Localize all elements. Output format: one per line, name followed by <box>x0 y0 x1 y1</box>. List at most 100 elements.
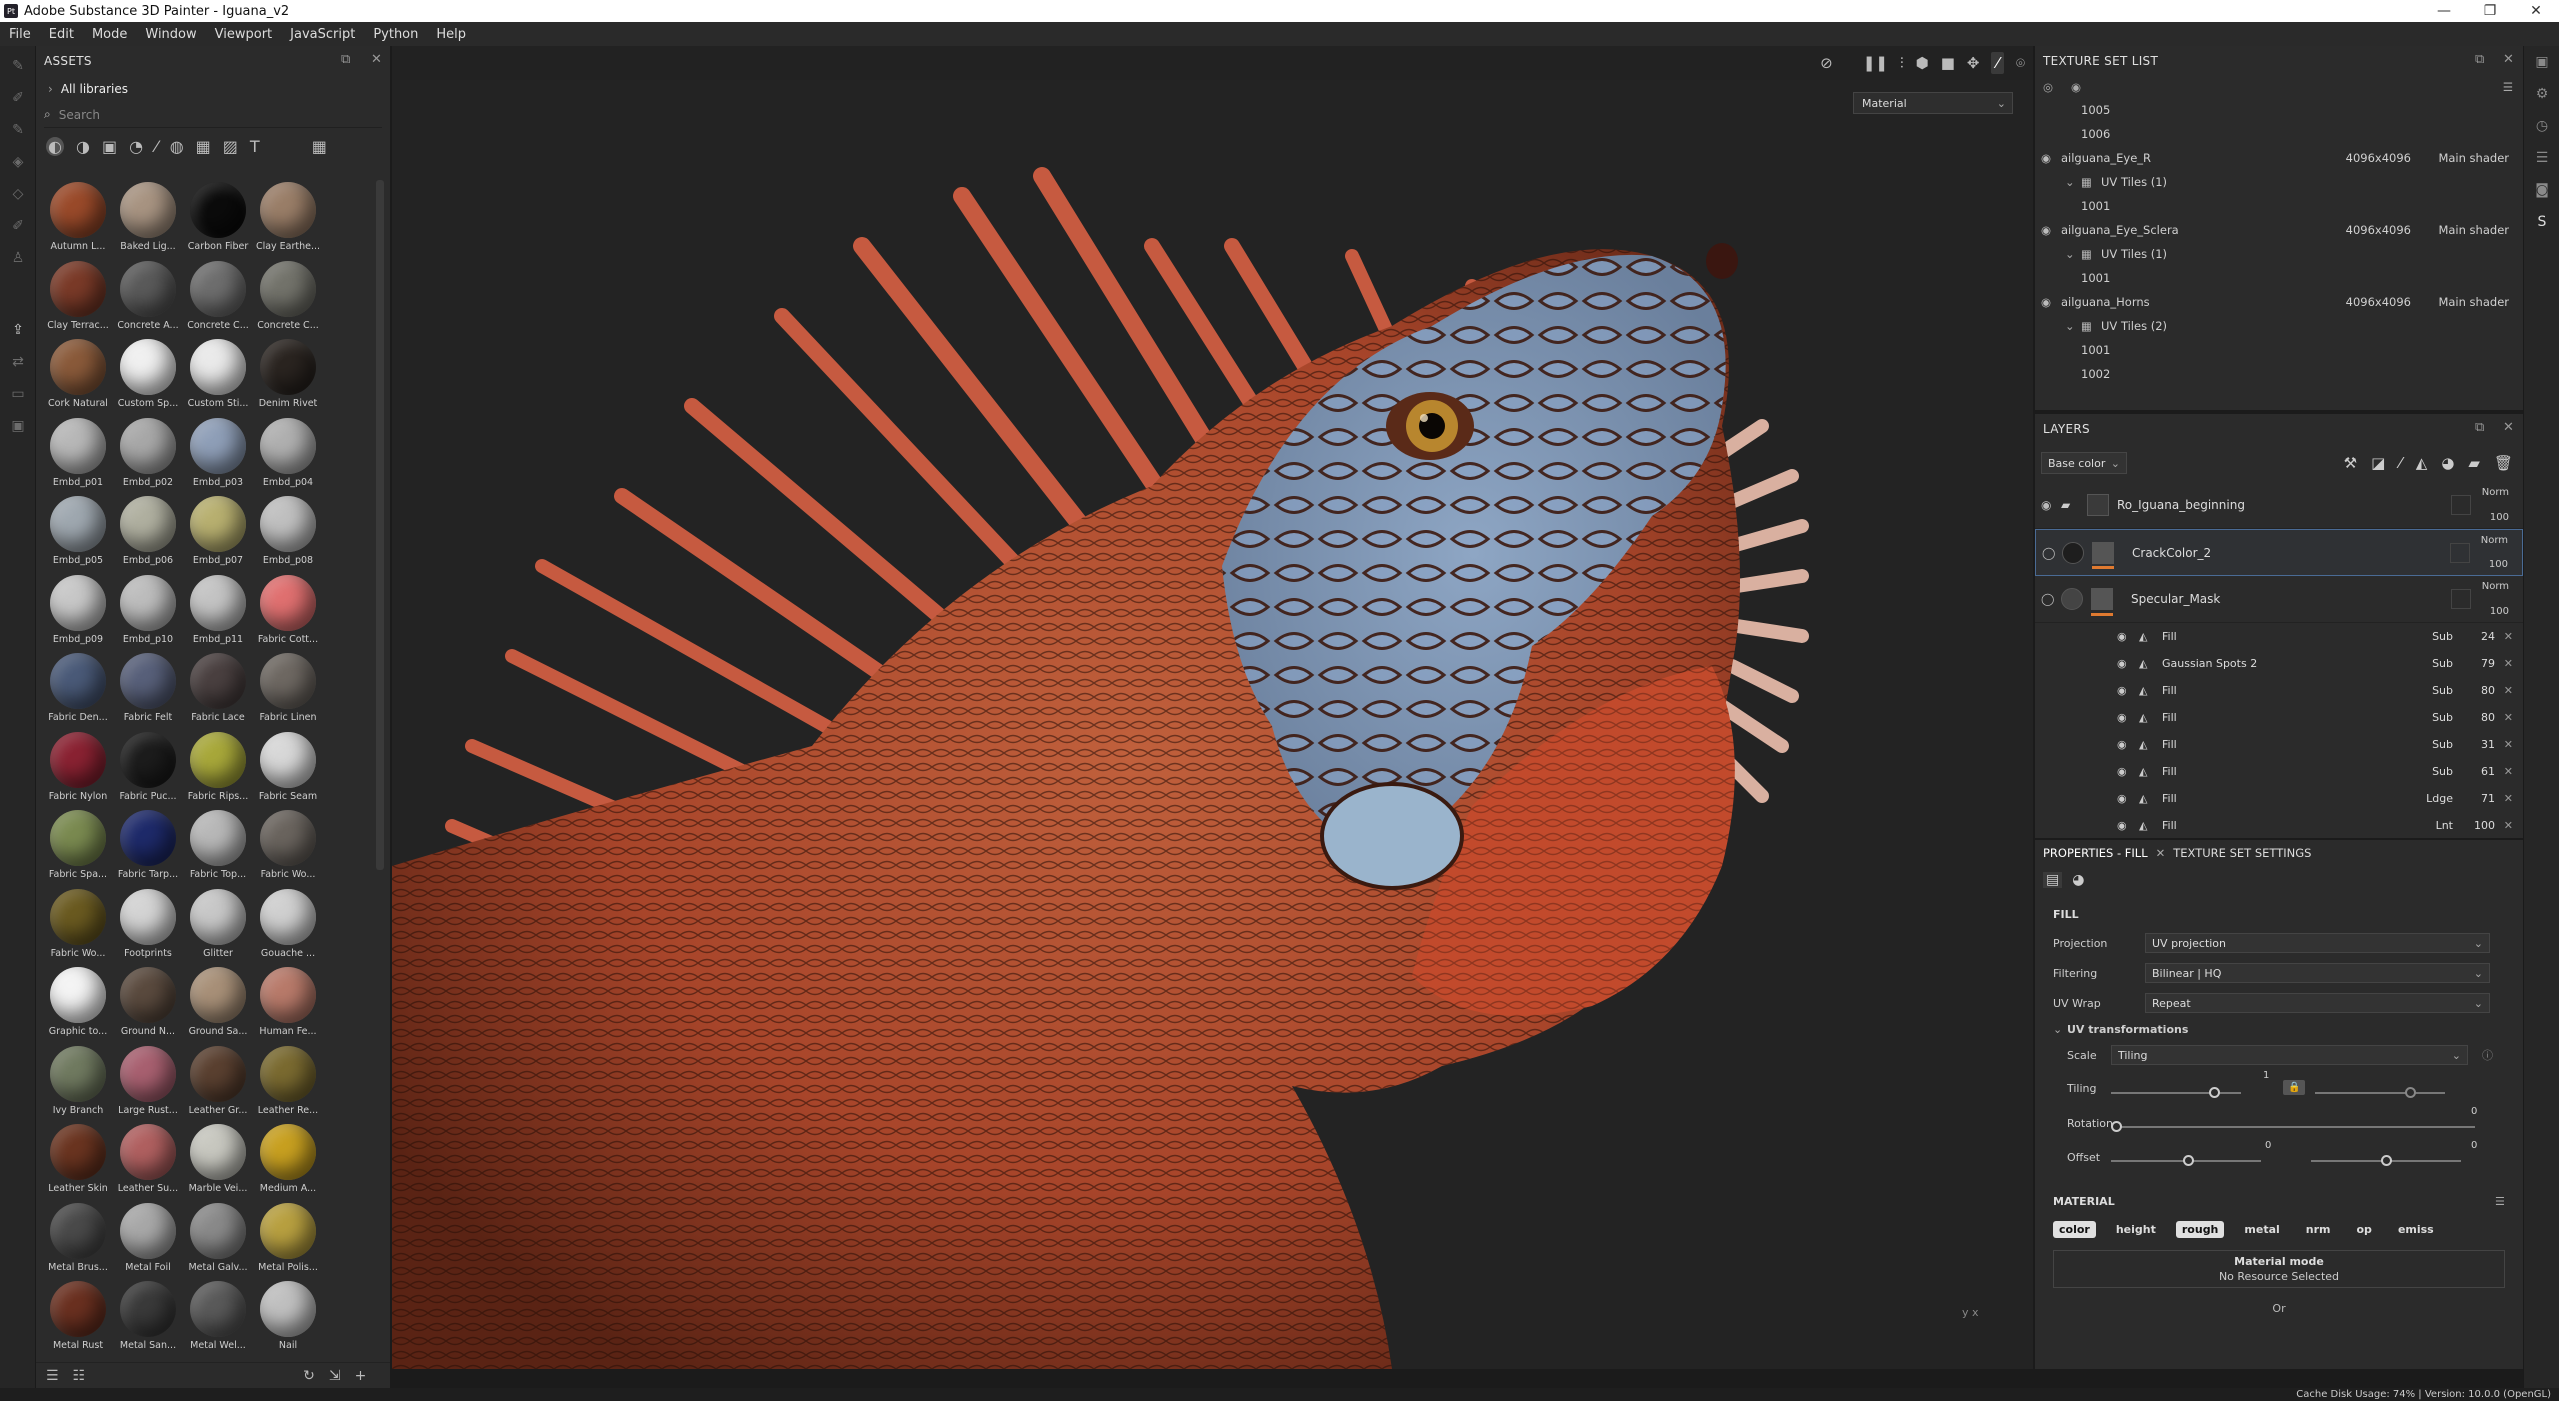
asset-tile[interactable]: Baked Lig... <box>114 180 182 257</box>
asset-tile[interactable]: Concrete C... <box>254 259 322 336</box>
close-panel-icon[interactable]: ✕ <box>371 52 382 67</box>
effect-row[interactable]: ◉ ◭ Fill Sub 80 ✕ <box>2035 677 2523 704</box>
asset-tile[interactable]: Fabric Spa... <box>44 808 112 885</box>
filter-settings-icon[interactable]: ☰ <box>46 1368 59 1384</box>
uv-tile-row[interactable]: 1005 <box>2035 98 2523 122</box>
camera-icon[interactable]: ■ <box>1941 54 1955 72</box>
asset-tile[interactable]: Fabric Cott... <box>254 573 322 650</box>
tab-texture-set-settings[interactable]: TEXTURE SET SETTINGS <box>2165 846 2319 860</box>
offset-knob-x[interactable] <box>2183 1155 2194 1166</box>
add-folder-icon[interactable]: ▰ <box>2468 454 2480 472</box>
3d-viewport[interactable]: ⊘ ❚❚ ⫶ ⬢ ■ ✥ ⁄ ⌾ Material ⌄ y x <box>392 46 2033 1369</box>
effect-opacity[interactable]: 61 <box>2481 765 2495 778</box>
projection-icon[interactable]: ✎ <box>0 114 36 146</box>
visibility-settings-icon[interactable]: ◎ <box>2043 80 2053 94</box>
asset-tile[interactable]: Fabric Top... <box>184 808 252 885</box>
menu-item-edit[interactable]: Edit <box>40 27 83 42</box>
opacity-value[interactable]: 100 <box>2490 606 2509 617</box>
effect-opacity[interactable]: 71 <box>2481 792 2495 805</box>
history-icon[interactable]: ◷ <box>2524 110 2559 142</box>
effect-row[interactable]: ◉ ◭ Fill Sub 80 ✕ <box>2035 704 2523 731</box>
effect-blend-mode[interactable]: Sub <box>2432 684 2453 697</box>
effect-row[interactable]: ◉ ◭ Fill Sub 61 ✕ <box>2035 758 2523 785</box>
screenshot-icon[interactable]: ⌾ <box>2016 54 2025 72</box>
asset-tile[interactable]: Fabric Den... <box>44 651 112 728</box>
effect-visibility-icon[interactable]: ◉ <box>2117 738 2127 751</box>
smart-material-filter-icon[interactable]: ◑ <box>76 137 90 156</box>
asset-tile[interactable]: Embd_p09 <box>44 573 112 650</box>
effect-row[interactable]: ◉ ◭ Fill Sub 24 ✕ <box>2035 623 2523 650</box>
asset-tile[interactable]: Metal Brus... <box>44 1201 112 1278</box>
effect-blend-mode[interactable]: Lnt <box>2436 819 2453 832</box>
asset-tile[interactable]: Marble Vei... <box>184 1122 252 1199</box>
fill-properties-icon[interactable]: ▤ <box>2043 872 2063 888</box>
asset-tile[interactable]: Fabric Puc... <box>114 730 182 807</box>
asset-tile[interactable]: Human Fe... <box>254 965 322 1042</box>
particle-filter-icon[interactable]: ◍ <box>170 137 184 156</box>
pause-icon[interactable]: ❚❚ <box>1863 54 1888 72</box>
effect-row[interactable]: ◉ ◭ Fill Lnt 100 ✕ <box>2035 812 2523 839</box>
uv-tile-row[interactable]: 1002 <box>2035 362 2523 386</box>
effect-opacity[interactable]: 80 <box>2481 684 2495 697</box>
asset-tile[interactable]: Embd_p01 <box>44 416 112 493</box>
asset-tile[interactable]: Embd_p06 <box>114 494 182 571</box>
material-mode-box[interactable]: Material mode No Resource Selected <box>2053 1250 2505 1288</box>
asset-tile[interactable]: Ground N... <box>114 965 182 1042</box>
effect-blend-mode[interactable]: Sub <box>2432 630 2453 643</box>
effect-opacity[interactable]: 31 <box>2481 738 2495 751</box>
asset-tile[interactable]: Embd_p05 <box>44 494 112 571</box>
tab-properties-fill[interactable]: PROPERTIES - FILL <box>2035 846 2156 860</box>
rotation-knob[interactable] <box>2111 1121 2122 1132</box>
layer-visibility-icon[interactable]: ◉ <box>2041 498 2051 512</box>
filtering-select[interactable]: Bilinear | HQ ⌄ <box>2145 963 2490 983</box>
layer-visibility-icon[interactable]: ◯ <box>2041 592 2054 606</box>
asset-tile[interactable]: Embd_p10 <box>114 573 182 650</box>
menu-icon[interactable]: ☰ <box>2503 80 2513 94</box>
layer-mask-slot[interactable] <box>2450 542 2470 563</box>
remove-effect-icon[interactable]: ✕ <box>2504 819 2513 832</box>
asset-tile[interactable]: Nail <box>254 1279 322 1356</box>
asset-tile[interactable]: Metal Galv... <box>184 1201 252 1278</box>
eye-icon[interactable]: ◉ <box>2041 223 2051 237</box>
effect-opacity[interactable]: 79 <box>2481 657 2495 670</box>
asset-tile[interactable]: Concrete C... <box>184 259 252 336</box>
light-icon[interactable]: ✥ <box>1967 54 1980 72</box>
remove-effect-icon[interactable]: ✕ <box>2504 630 2513 643</box>
camera-mode-icon[interactable]: ⬢ <box>1916 54 1929 72</box>
layer-mask-slot[interactable] <box>2451 589 2471 609</box>
offset-knob-y[interactable] <box>2381 1155 2392 1166</box>
log-icon[interactable]: ☰ <box>2524 142 2559 174</box>
uv-transformations-header[interactable]: ⌄ UV transformations <box>2035 1018 2523 1040</box>
effect-visibility-icon[interactable]: ◉ <box>2117 792 2127 805</box>
asset-tile[interactable]: Glitter <box>184 887 252 964</box>
effect-row[interactable]: ◉ ◭ Gaussian Spots 2 Sub 79 ✕ <box>2035 650 2523 677</box>
shader-icon[interactable]: ◙ <box>2524 174 2559 206</box>
search-input[interactable]: Search <box>59 108 100 122</box>
effect-row[interactable]: ◉ ◭ Fill Ldge 71 ✕ <box>2035 785 2523 812</box>
grid-view-icon[interactable]: ▦ <box>312 137 327 156</box>
remove-effect-icon[interactable]: ✕ <box>2504 792 2513 805</box>
asset-tile[interactable]: Medium A... <box>254 1122 322 1199</box>
effect-blend-mode[interactable]: Sub <box>2432 765 2453 778</box>
effect-opacity[interactable]: 80 <box>2481 711 2495 724</box>
channel-chip-nrm[interactable]: nrm <box>2300 1221 2337 1238</box>
clone-icon[interactable]: ♙ <box>0 242 36 274</box>
effect-blend-mode[interactable]: Sub <box>2432 711 2453 724</box>
display-settings-icon[interactable]: ▭ <box>0 378 36 410</box>
layer-row[interactable]: ◯ CrackColor_2 Norm 100 <box>2035 529 2523 576</box>
eraser-icon[interactable]: ✐ <box>0 82 36 114</box>
polygon-fill-icon[interactable]: ◇ <box>0 178 36 210</box>
list-icon[interactable]: ☷ <box>73 1368 86 1384</box>
assets-scrollbar[interactable] <box>376 180 384 870</box>
asset-tile[interactable]: Metal Wel... <box>184 1279 252 1356</box>
assets-panel-icon[interactable]: ⇪ <box>0 314 36 346</box>
material-menu-icon[interactable]: ☰ <box>2495 1195 2505 1208</box>
tiling-slider-v[interactable] <box>2315 1092 2445 1094</box>
add-fill-layer-icon[interactable]: ◭ <box>2416 454 2428 472</box>
effect-opacity[interactable]: 24 <box>2481 630 2495 643</box>
effect-visibility-icon[interactable]: ◉ <box>2117 630 2127 643</box>
channel-chip-op[interactable]: op <box>2351 1221 2378 1238</box>
undock-icon[interactable]: ⧉ <box>341 52 351 67</box>
uv-tiles-group[interactable]: ⌄ ▦ UV Tiles (1) <box>2035 242 2523 266</box>
library-selector[interactable]: › All libraries <box>36 76 390 102</box>
